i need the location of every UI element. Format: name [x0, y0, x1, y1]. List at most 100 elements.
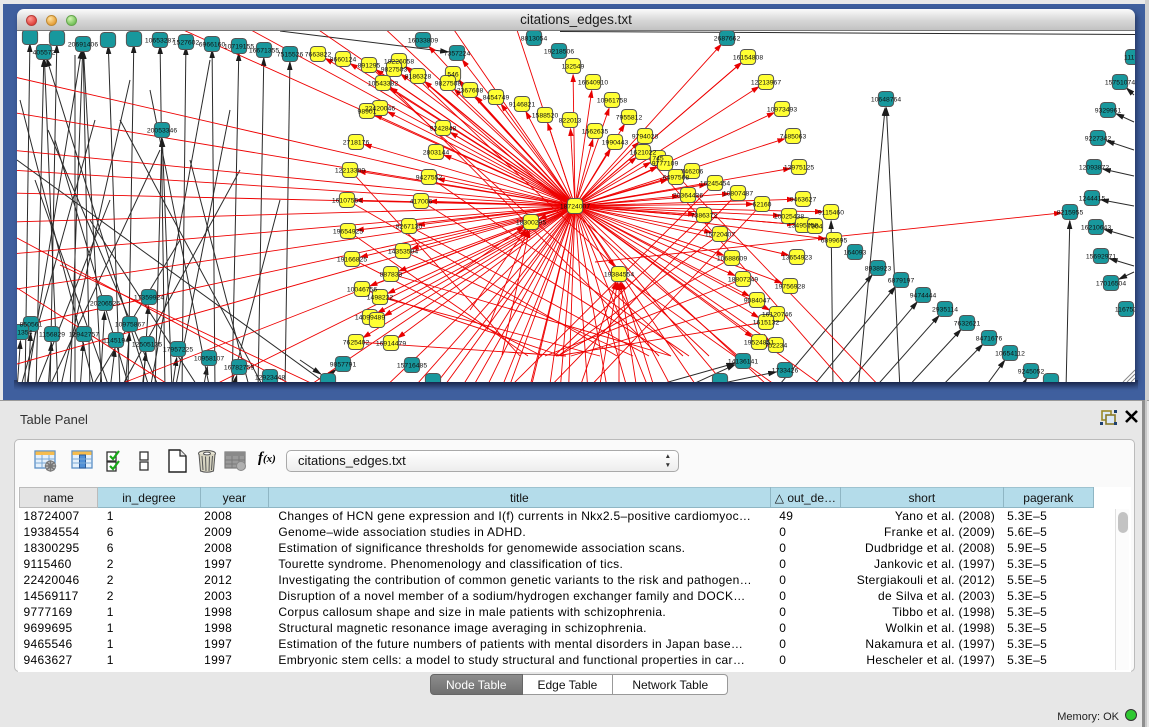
svg-text:16107554: 16107554 [332, 197, 362, 204]
svg-text:8813054: 8813054 [521, 35, 548, 42]
svg-text:12923448: 12923448 [255, 374, 285, 381]
svg-text:12942757: 12942757 [69, 331, 99, 338]
svg-text:16914479: 16914479 [376, 340, 406, 347]
svg-text:18226058: 18226058 [384, 58, 414, 65]
svg-text:7663822: 7663822 [305, 51, 332, 58]
svg-text:9427552: 9427552 [416, 174, 443, 181]
svg-text:16154808: 16154808 [733, 54, 763, 61]
svg-text:7955812: 7955812 [616, 114, 643, 121]
svg-text:546: 546 [447, 71, 459, 78]
svg-text:12213389: 12213389 [335, 167, 365, 174]
svg-text:14099489: 14099489 [355, 314, 385, 321]
svg-text:16671355: 16671355 [249, 47, 279, 54]
svg-text:752234: 752234 [765, 342, 788, 349]
svg-text:13654923: 13654923 [782, 254, 812, 261]
svg-text:9463627: 9463627 [790, 196, 817, 203]
svg-text:15692971: 15692971 [1086, 253, 1116, 260]
svg-text:405572: 405572 [33, 49, 56, 56]
svg-text:20691406: 20691406 [68, 41, 98, 48]
svg-text:9227342: 9227342 [1085, 135, 1112, 142]
svg-text:10973493: 10973493 [767, 106, 797, 113]
svg-text:7515526: 7515526 [277, 51, 304, 58]
svg-text:19756928: 19756928 [775, 283, 805, 290]
svg-text:9146821: 9146821 [509, 101, 536, 108]
svg-text:1733426: 1733426 [772, 367, 799, 374]
svg-text:17957225: 17957225 [163, 346, 193, 353]
svg-text:7632621: 7632621 [954, 320, 981, 327]
svg-text:822013: 822013 [559, 117, 582, 124]
svg-text:20364436: 20364436 [673, 192, 703, 199]
svg-text:12093872: 12093872 [1079, 164, 1109, 171]
svg-text:2367608: 2367608 [457, 87, 484, 94]
svg-text:1588520: 1588520 [532, 112, 559, 119]
svg-text:19384554: 19384554 [604, 271, 634, 278]
svg-text:2687662: 2687662 [714, 35, 741, 42]
svg-text:8215955: 8215955 [1057, 209, 1084, 216]
svg-text:10688609: 10688609 [717, 255, 747, 262]
svg-text:132549: 132549 [562, 63, 585, 70]
svg-text:7386372: 7386372 [691, 212, 718, 219]
svg-text:9794028: 9794028 [632, 133, 659, 140]
svg-text:7357224: 7357224 [444, 50, 471, 57]
svg-text:11174: 11174 [1124, 54, 1135, 61]
svg-text:391354: 391354 [17, 329, 33, 336]
svg-text:14353594: 14353594 [388, 248, 418, 255]
svg-text:10961758: 10961758 [597, 97, 627, 104]
svg-text:10958107: 10958107 [194, 355, 224, 362]
svg-text:7485063: 7485063 [780, 133, 807, 140]
svg-text:18807249: 18807249 [728, 276, 758, 283]
svg-text:8660124: 8660124 [330, 56, 357, 63]
svg-text:15751074: 15751074 [1105, 79, 1135, 86]
svg-text:20053346: 20053346 [147, 127, 177, 134]
svg-text:10543382: 10543382 [368, 80, 398, 87]
svg-text:12505135: 12505135 [132, 341, 162, 348]
svg-text:10046756: 10046756 [347, 286, 377, 293]
svg-text:8267130: 8267130 [396, 223, 423, 230]
svg-text:9084047: 9084047 [744, 297, 771, 304]
svg-text:16033809: 16033809 [408, 37, 438, 44]
svg-text:6966160: 6966160 [199, 41, 226, 48]
svg-text:9474444: 9474444 [910, 292, 937, 299]
svg-text:1156829: 1156829 [39, 331, 65, 338]
svg-text:2803144: 2803144 [423, 149, 450, 156]
svg-text:6899695: 6899695 [821, 237, 848, 244]
svg-text:1527602: 1527602 [173, 39, 200, 46]
svg-text:6497568: 6497568 [663, 174, 690, 181]
svg-text:15716485: 15716485 [397, 362, 427, 369]
svg-text:164093: 164093 [844, 249, 867, 256]
svg-text:7904: 7904 [807, 223, 822, 230]
svg-text:18724007: 18724007 [560, 203, 590, 210]
svg-text:16640910: 16640910 [578, 79, 608, 86]
svg-text:1244415: 1244415 [1079, 195, 1106, 202]
svg-text:62160: 62160 [753, 201, 772, 208]
svg-text:9242848: 9242848 [430, 125, 457, 132]
svg-text:19218506: 19218506 [544, 48, 574, 55]
svg-text:2718176: 2718176 [343, 139, 370, 146]
svg-text:1562635: 1562635 [582, 128, 609, 135]
svg-text:16210643: 16210643 [1081, 224, 1111, 231]
svg-text:9857791: 9857791 [330, 361, 357, 368]
svg-text:9115460: 9115460 [818, 209, 844, 216]
svg-text:9777109: 9777109 [652, 160, 679, 167]
svg-text:15720407: 15720407 [705, 231, 735, 238]
svg-text:887833: 887833 [380, 271, 403, 278]
svg-text:9827503: 9827503 [381, 66, 408, 73]
svg-text:1615132: 1615132 [753, 319, 780, 326]
svg-text:10807487: 10807487 [723, 190, 753, 197]
svg-text:417006: 417006 [410, 198, 433, 205]
svg-text:2935114: 2935114 [932, 306, 958, 313]
svg-text:18300295: 18300295 [516, 219, 546, 226]
svg-text:891295: 891295 [358, 62, 381, 69]
svg-text:10653287: 10653287 [145, 37, 175, 44]
svg-text:16782759: 16782759 [224, 364, 254, 371]
svg-text:16120746: 16120746 [762, 311, 792, 318]
svg-text:10654112: 10654112 [995, 350, 1025, 357]
svg-text:13975125: 13975125 [784, 164, 814, 171]
svg-text:6879197: 6879197 [888, 277, 915, 284]
svg-text:850561: 850561 [20, 321, 43, 328]
svg-text:19654925: 19654925 [333, 228, 363, 235]
svg-text:7625402: 7625402 [343, 339, 370, 346]
svg-text:17359924: 17359924 [134, 294, 164, 301]
svg-text:1498222: 1498222 [367, 294, 394, 301]
svg-text:20206526: 20206526 [90, 300, 120, 307]
